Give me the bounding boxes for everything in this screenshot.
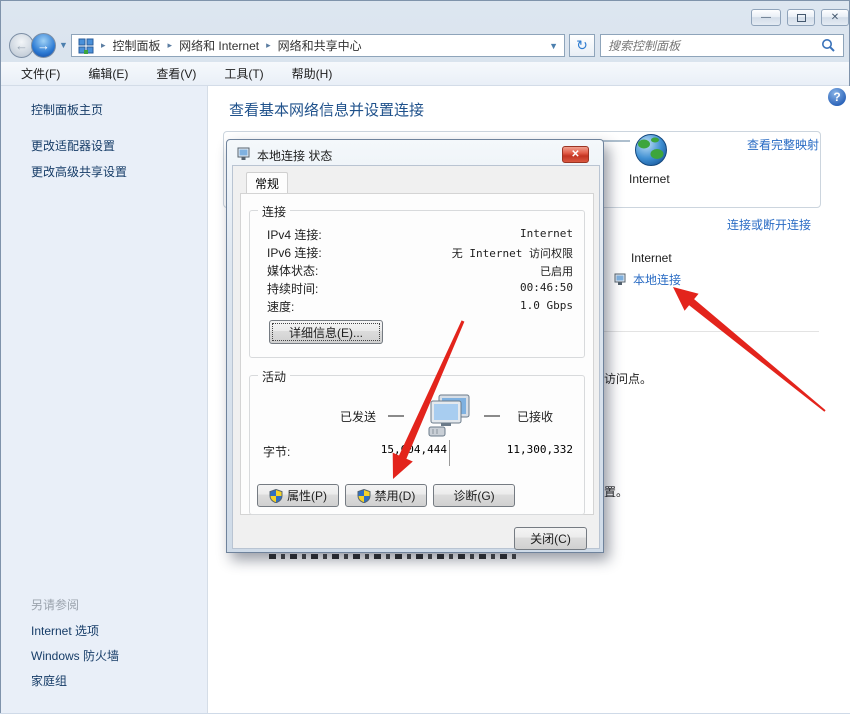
speed-value: 1.0 Gbps [520, 299, 573, 312]
refresh-icon: ↻ [576, 37, 588, 53]
computer-activity-icon [425, 393, 473, 439]
sidebar-item-homegroup[interactable]: 家庭组 [31, 672, 67, 689]
menu-view[interactable]: 查看(V) [142, 62, 210, 85]
text-fragment-zhi: 置。 [604, 483, 628, 500]
dialog-connection-icon [237, 147, 253, 161]
local-connection-link[interactable]: 本地连接 [633, 271, 681, 288]
local-connection-status-dialog: 本地连接 状态 ✕ 常规 连接 IPv4 连接: Internet IPv6 连… [226, 139, 604, 553]
sidebar-item-change-advanced-sharing[interactable]: 更改高级共享设置 [31, 163, 127, 180]
minimize-button[interactable]: — [751, 9, 781, 26]
search-icon [821, 38, 836, 53]
duration-value: 00:46:50 [520, 281, 573, 294]
duration-label: 持续时间: [267, 280, 318, 297]
activity-groupbox: 活动 已发送 已接收 字节: 15,604,444 [249, 375, 585, 515]
ipv6-value: 无 Internet 访问权限 [452, 245, 573, 261]
menu-edit[interactable]: 编辑(E) [74, 62, 142, 85]
view-full-map-link[interactable]: 查看完整映射 [747, 136, 819, 153]
sent-dash [388, 415, 404, 417]
disable-button-label: 禁用(D) [375, 487, 416, 504]
connection-groupbox: 连接 IPv4 连接: Internet IPv6 连接: 无 Internet… [249, 210, 585, 358]
diagnose-button-label: 诊断(G) [453, 487, 494, 504]
sidebar-item-change-adapter-settings[interactable]: 更改适配器设置 [31, 137, 115, 154]
breadcrumb-separator: ▸ [94, 40, 113, 51]
dialog-close-button[interactable]: ✕ [562, 146, 589, 163]
maximize-button[interactable] [787, 9, 815, 26]
active-network-name: Internet [631, 251, 672, 265]
sidebar-item-windows-firewall[interactable]: Windows 防火墙 [31, 647, 119, 664]
tab-general[interactable]: 常规 [246, 172, 288, 194]
address-dropdown-icon[interactable]: ▼ [549, 41, 564, 51]
menu-bar: 文件(F) 编辑(E) 查看(V) 工具(T) 帮助(H) [1, 62, 849, 86]
forward-arrow-icon: → [37, 38, 50, 53]
page-title: 查看基本网络信息并设置连接 [229, 99, 424, 120]
local-connection-icon [614, 273, 628, 286]
clipped-text-sliver [269, 554, 519, 559]
menu-file[interactable]: 文件(F) [7, 62, 74, 85]
menu-help[interactable]: 帮助(H) [278, 62, 347, 85]
bytes-sent-value: 15,604,444 [345, 443, 447, 456]
received-label: 已接收 [517, 408, 553, 425]
received-dash [484, 415, 500, 417]
tab-page: 连接 IPv4 连接: Internet IPv6 连接: 无 Internet… [240, 193, 594, 515]
breadcrumb-network-sharing-center[interactable]: 网络和共享中心 [278, 37, 362, 54]
properties-button-label: 属性(P) [287, 487, 327, 504]
ipv4-label: IPv4 连接: [267, 226, 322, 243]
sidebar: 控制面板主页 更改适配器设置 更改高级共享设置 另请参阅 Internet 选项… [1, 86, 208, 713]
connection-group-label: 连接 [258, 203, 290, 220]
breadcrumb-network-internet[interactable]: 网络和 Internet [179, 37, 259, 54]
refresh-button[interactable]: ↻ [569, 34, 595, 57]
activity-group-label: 活动 [258, 368, 290, 385]
dialog-content: 常规 连接 IPv4 连接: Internet IPv6 连接: 无 Inter… [232, 165, 600, 549]
dialog-title: 本地连接 状态 [257, 147, 332, 164]
dialog-close-action-button[interactable]: 关闭(C) [514, 527, 587, 550]
uac-shield-icon [269, 489, 283, 503]
connect-disconnect-link[interactable]: 连接或断开连接 [727, 216, 811, 233]
bytes-received-value: 11,300,332 [495, 443, 573, 456]
ipv6-label: IPv6 连接: [267, 244, 322, 261]
sidebar-item-internet-options[interactable]: Internet 选项 [31, 622, 99, 639]
help-icon[interactable]: ? [828, 88, 846, 106]
address-bar[interactable]: ▸ 控制面板 ▸ 网络和 Internet ▸ 网络和共享中心 ▼ [71, 34, 565, 57]
network-sharing-center-icon [78, 38, 94, 54]
sidebar-item-control-panel-home[interactable]: 控制面板主页 [31, 101, 103, 118]
back-arrow-icon: ← [15, 38, 28, 53]
nav-history-dropdown[interactable]: ▼ [59, 40, 68, 50]
breadcrumb-separator: ▸ [161, 40, 180, 51]
breadcrumb-separator: ▸ [259, 40, 278, 51]
restore-icon [797, 14, 806, 22]
title-bar: — ✕ [1, 1, 849, 29]
text-fragment-access-point: 访问点。 [604, 370, 652, 387]
see-also-header: 另请参阅 [31, 596, 79, 613]
ipv4-value: Internet [520, 227, 573, 240]
internet-globe-icon [634, 133, 668, 167]
breadcrumb-control-panel[interactable]: 控制面板 [113, 37, 161, 54]
search-box[interactable] [600, 34, 844, 57]
bytes-divider [449, 440, 450, 466]
media-state-label: 媒体状态: [267, 262, 318, 279]
uac-shield-icon [357, 489, 371, 503]
explorer-window: — ✕ ← → ▼ ▸ 控制面板 ▸ 网络和 Internet ▸ 网络和共享中… [0, 0, 850, 713]
details-button[interactable]: 详细信息(E)... [269, 320, 383, 344]
menu-tools[interactable]: 工具(T) [210, 62, 277, 85]
forward-button[interactable]: → [31, 33, 56, 58]
media-state-value: 已启用 [540, 263, 573, 279]
properties-button[interactable]: 属性(P) [257, 484, 339, 507]
search-input[interactable] [601, 38, 821, 54]
close-button[interactable]: ✕ [821, 9, 849, 26]
diagnose-button[interactable]: 诊断(G) [433, 484, 515, 507]
speed-label: 速度: [267, 298, 294, 315]
sent-label: 已发送 [340, 408, 376, 425]
navigation-bar: ← → ▼ ▸ 控制面板 ▸ 网络和 Internet ▸ 网络和共享中心 ▼ … [1, 29, 849, 62]
bytes-label: 字节: [263, 443, 290, 460]
map-internet-label: Internet [629, 172, 670, 186]
disable-button[interactable]: 禁用(D) [345, 484, 427, 507]
